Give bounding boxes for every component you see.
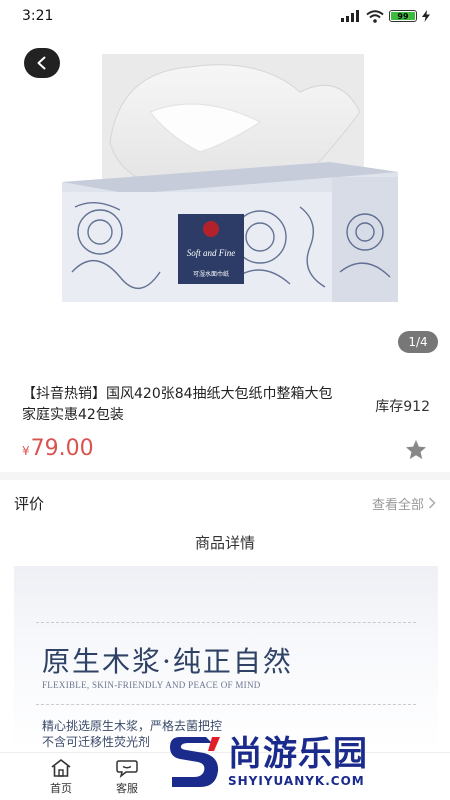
site-watermark: 尚游乐园 SHYIYUANYK.COM bbox=[166, 722, 450, 800]
battery-icon: 99 bbox=[389, 10, 417, 22]
battery-level: 99 bbox=[391, 12, 415, 21]
status-bar: 3:21 99 bbox=[0, 0, 450, 32]
chevron-right-icon bbox=[428, 497, 436, 509]
banner-divider bbox=[36, 622, 416, 623]
product-title: 【抖音热销】国风420张84抽纸大包纸巾整箱大包家庭实惠42包装 bbox=[22, 386, 333, 423]
product-info: 【抖音热销】国风420张84抽纸大包纸巾整箱大包家庭实惠42包装 库存912 ¥… bbox=[0, 384, 450, 464]
watermark-cn: 尚游乐园 bbox=[228, 734, 368, 774]
view-all-reviews-link[interactable]: 查看全部 bbox=[372, 494, 436, 513]
reviews-label: 评价 bbox=[14, 494, 45, 513]
nav-service-label: 客服 bbox=[116, 781, 138, 795]
banner-divider bbox=[36, 704, 416, 705]
back-button[interactable] bbox=[24, 48, 60, 78]
nav-home[interactable]: 首页 bbox=[28, 758, 94, 796]
charging-icon bbox=[422, 10, 430, 22]
product-image-carousel[interactable]: Soft and Fine 可湿水面巾纸 bbox=[0, 32, 450, 362]
signal-icon bbox=[341, 10, 359, 22]
banner-subtitle: FLEXIBLE, SKIN-FRIENDLY AND PEACE OF MIN… bbox=[42, 680, 261, 690]
nav-service[interactable]: 客服 bbox=[94, 758, 160, 796]
star-icon[interactable] bbox=[404, 438, 428, 462]
price-currency: ¥ bbox=[22, 444, 30, 458]
details-heading: 商品详情 bbox=[194, 534, 255, 552]
section-divider bbox=[0, 472, 450, 480]
tissue-box-image: Soft and Fine 可湿水面巾纸 bbox=[62, 54, 398, 302]
price-value: 79.00 bbox=[30, 436, 94, 461]
package-brand: Soft and Fine bbox=[187, 248, 236, 258]
product-price: ¥ 79.00 bbox=[22, 436, 94, 461]
watermark-text: 尚游乐园 SHYIYUANYK.COM bbox=[228, 734, 368, 788]
status-icons: 99 bbox=[341, 9, 430, 23]
package-caption: 可湿水面巾纸 bbox=[193, 270, 229, 278]
nav-home-label: 首页 bbox=[50, 781, 72, 795]
status-time: 3:21 bbox=[22, 8, 54, 24]
watermark-logo-icon bbox=[170, 737, 220, 787]
stock-count: 库存912 bbox=[375, 399, 430, 415]
home-icon bbox=[51, 758, 71, 777]
banner-title: 原生木浆·纯正自然 bbox=[42, 645, 293, 678]
view-all-label: 查看全部 bbox=[371, 497, 424, 513]
reviews-row: 评价 查看全部 bbox=[0, 490, 450, 516]
image-pager-indicator: 1/4 bbox=[398, 331, 438, 353]
chat-icon bbox=[116, 759, 138, 778]
wifi-icon bbox=[366, 9, 384, 23]
chevron-left-icon bbox=[37, 56, 46, 70]
watermark-en: SHYIYUANYK.COM bbox=[228, 774, 365, 788]
